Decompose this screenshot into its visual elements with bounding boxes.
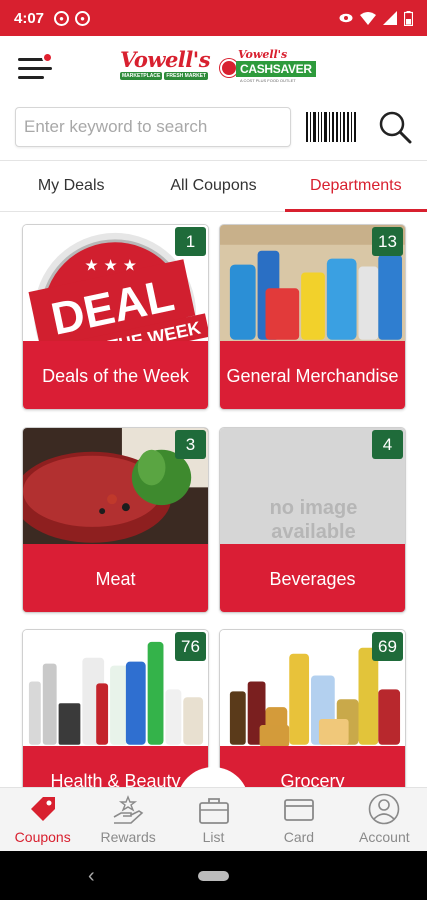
status-icons <box>339 10 413 26</box>
account-icon <box>369 793 400 825</box>
department-label: General Merchandise <box>220 341 405 409</box>
bottom-nav: Coupons Rewards List Card Account <box>0 787 427 851</box>
coupon-count-badge: 69 <box>372 632 403 661</box>
battery-icon <box>404 10 413 26</box>
card-icon <box>284 799 314 821</box>
department-tile-grocery[interactable]: Grocery 69 <box>219 629 406 787</box>
coupon-count-badge: 4 <box>372 430 403 459</box>
department-tile-deals-of-the-week[interactable]: DEAL OF THE WEEK ★ ★ ★ Deals of the Week… <box>22 224 209 410</box>
search-input[interactable] <box>16 108 290 146</box>
department-tile-health-and-beauty[interactable]: Health & Beauty 76 <box>22 629 209 787</box>
nav-card[interactable]: Card <box>256 788 341 851</box>
system-nav-bar: ‹ <box>0 851 427 900</box>
signal-icon <box>383 11 397 25</box>
tab-bar: My Deals All Coupons Departments <box>0 160 427 212</box>
nav-label: Card <box>283 829 315 845</box>
cashsaver-logo: Vowell's CASHSAVER A COST PLUS FOOD OUTL… <box>218 48 316 83</box>
nav-label: Coupons <box>14 829 71 845</box>
status-time: 4:07 <box>14 9 45 27</box>
vowells-logo: Vowell's MARKETPLACE FRESH MARKET <box>120 47 211 80</box>
notification-icon: ● <box>54 10 70 26</box>
nav-account[interactable]: Account <box>342 788 427 851</box>
department-label: Meat <box>23 544 208 612</box>
barcode-icon[interactable] <box>306 112 356 142</box>
department-tile-beverages[interactable]: no image available Beverages 4 <box>219 427 406 613</box>
coupon-count-badge: 13 <box>372 227 403 256</box>
department-label: Beverages <box>220 544 405 612</box>
search-row <box>0 100 427 160</box>
tab-my-deals[interactable]: My Deals <box>0 161 142 211</box>
notification-icon: ● <box>75 10 91 26</box>
coupon-count-badge: 76 <box>175 632 206 661</box>
department-tile-general-merchandise[interactable]: General Merchandise 13 <box>219 224 406 410</box>
department-tile-meat[interactable]: Meat 3 <box>22 427 209 613</box>
back-icon[interactable]: ‹ <box>88 865 95 888</box>
nav-label: Rewards <box>100 829 156 845</box>
nav-label: List <box>202 829 225 845</box>
search-icon[interactable] <box>378 110 412 144</box>
status-bar: 4:07 ● ● <box>0 0 427 36</box>
home-pill-icon[interactable] <box>198 871 229 881</box>
department-label: Health & Beauty <box>23 746 208 787</box>
department-label: Deals of the Week <box>23 341 208 409</box>
department-label: Grocery <box>220 746 405 787</box>
departments-grid: DEAL OF THE WEEK ★ ★ ★ Deals of the Week… <box>0 213 427 787</box>
nav-coupons[interactable]: Coupons <box>0 788 85 851</box>
tag-icon <box>30 797 55 821</box>
svg-text:★ ★ ★: ★ ★ ★ <box>84 256 137 275</box>
coupon-count-badge: 1 <box>175 227 206 256</box>
nav-list[interactable]: List <box>171 788 256 851</box>
coupon-count-badge: 3 <box>175 430 206 459</box>
nav-rewards[interactable]: Rewards <box>85 788 170 851</box>
nav-label: Account <box>359 829 410 845</box>
wifi-icon <box>360 11 376 25</box>
rewards-hand-icon <box>113 795 144 824</box>
notification-dot <box>42 52 53 63</box>
tab-departments[interactable]: Departments <box>284 161 427 212</box>
no-image-text: no image available <box>269 497 358 543</box>
app-header: Vowell's MARKETPLACE FRESH MARKET Vowell… <box>0 36 427 100</box>
shopping-bag-icon <box>198 798 229 824</box>
eye-icon <box>339 13 353 23</box>
search-box <box>15 107 291 147</box>
tab-all-coupons[interactable]: All Coupons <box>142 161 284 211</box>
